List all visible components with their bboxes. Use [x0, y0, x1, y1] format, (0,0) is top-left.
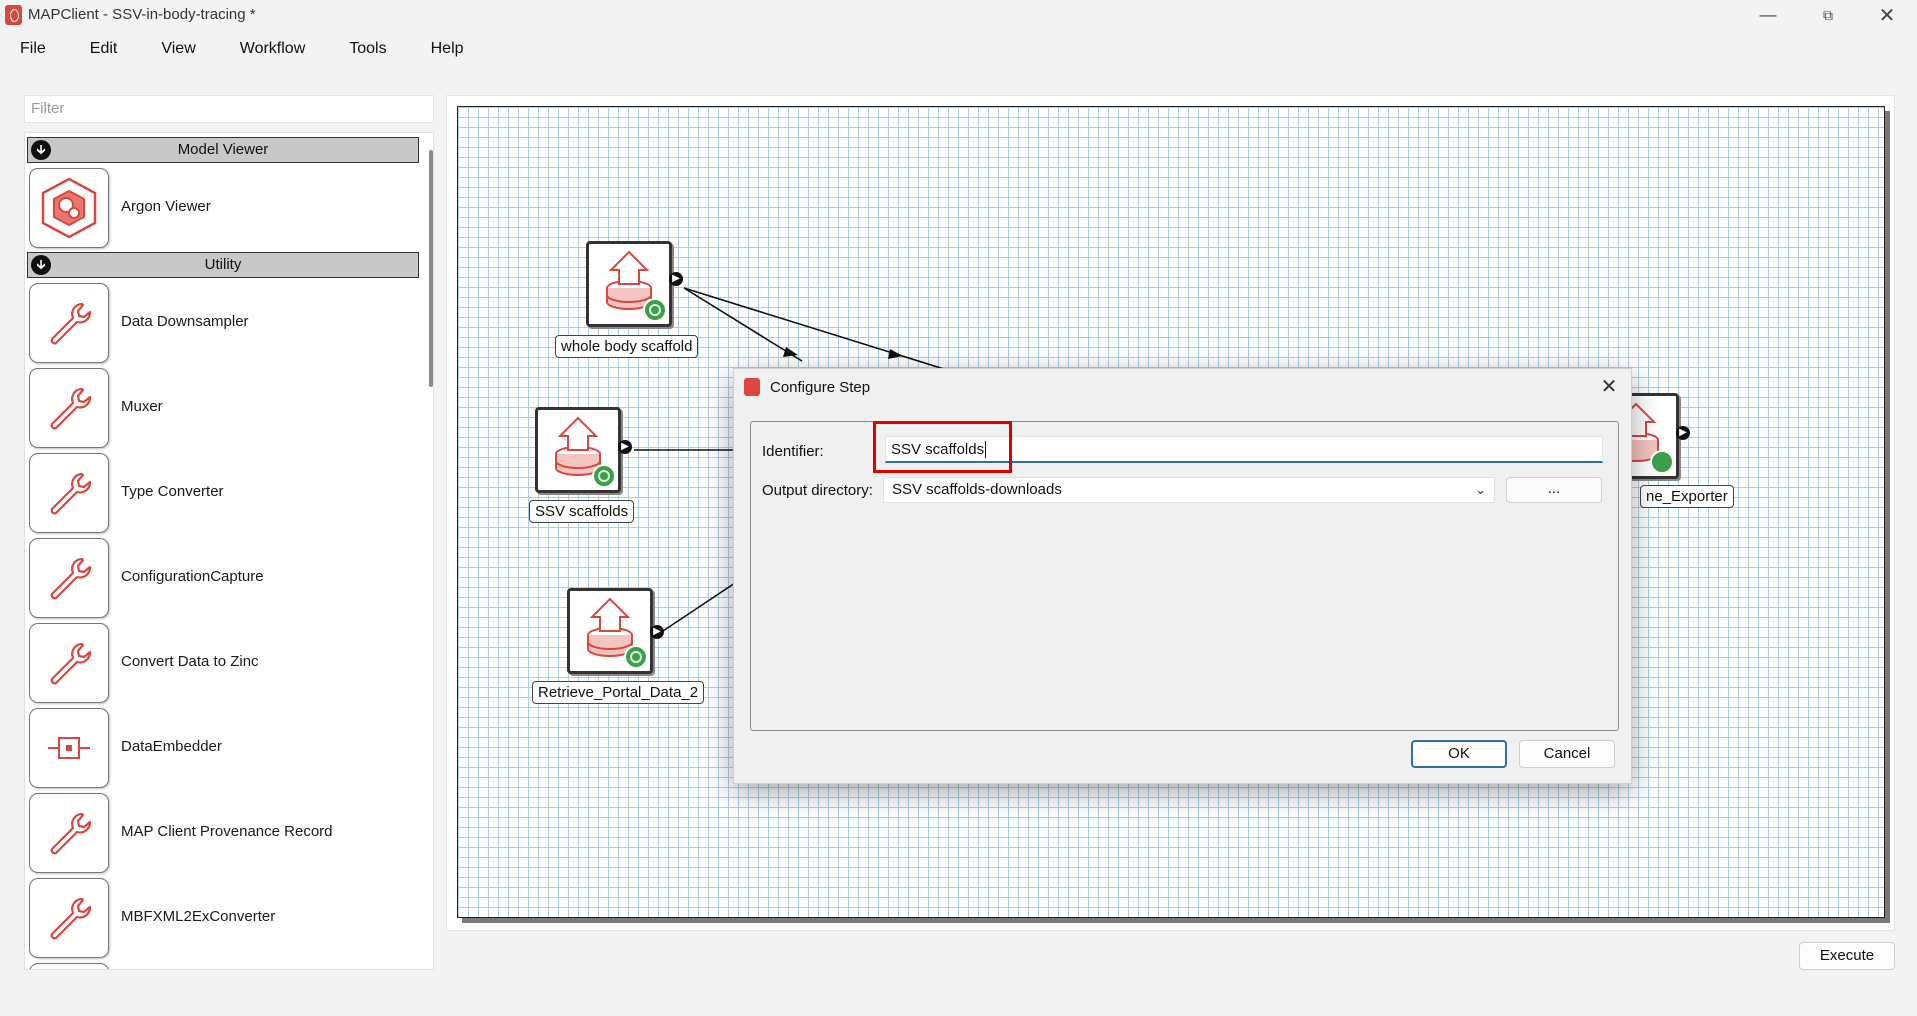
- output-port-icon[interactable]: ▶: [1676, 426, 1690, 440]
- step-item-argon-viewer[interactable]: Argon Viewer: [29, 168, 409, 248]
- cancel-button[interactable]: Cancel: [1519, 740, 1615, 768]
- step-palette: 🡳 Model Viewer Argon Viewer 🡳 Utility Da…: [24, 132, 434, 970]
- output-directory-label: Output directory:: [762, 482, 873, 499]
- restore-icon[interactable]: ⧉: [1805, 2, 1851, 28]
- category-label: Utility: [204, 256, 242, 273]
- connection-arrow-icon: [888, 349, 903, 359]
- node-label: ne_Exporter: [1640, 485, 1734, 508]
- wrench-icon: [29, 538, 109, 618]
- connection-line[interactable]: [683, 287, 945, 370]
- category-header-utility[interactable]: 🡳 Utility: [27, 252, 419, 278]
- step-label: ConfigurationCapture: [121, 568, 264, 585]
- argon-viewer-icon: [29, 168, 109, 248]
- menu-bar: File Edit View Workflow Tools Help: [0, 36, 486, 62]
- highlight-annotation-box: [873, 421, 1012, 473]
- step-item-convert-data-to-zinc[interactable]: Convert Data to Zinc: [29, 623, 409, 703]
- step-item-data-embedder[interactable]: DataEmbedder: [29, 708, 409, 788]
- step-item-type-converter[interactable]: Type Converter: [29, 453, 409, 533]
- app-logo-icon: [5, 5, 22, 25]
- menu-workflow[interactable]: Workflow: [218, 36, 328, 62]
- chevron-down-icon: ⌄: [1475, 482, 1486, 497]
- workflow-node-whole-body-scaffold[interactable]: ▶: [586, 241, 683, 327]
- wrench-icon: [29, 623, 109, 703]
- execute-button[interactable]: Execute: [1799, 942, 1895, 970]
- step-item-mbfxml2exconverter[interactable]: MBFXML2ExConverter: [29, 878, 409, 958]
- workflow-node-retrieve-portal-data-2[interactable]: ▶: [567, 588, 664, 674]
- identifier-label: Identifier:: [762, 443, 824, 460]
- step-label: Muxer: [121, 398, 163, 415]
- wrench-icon: [29, 283, 109, 363]
- step-label: MBFXML2ExConverter: [121, 908, 276, 925]
- upload-database-icon: [587, 597, 648, 669]
- window-title: MAPClient - SSV-in-body-tracing *: [28, 6, 256, 23]
- wrench-icon: [29, 368, 109, 448]
- menu-view[interactable]: View: [139, 36, 217, 62]
- step-label: MAP Client Provenance Record: [121, 823, 333, 840]
- step-item-configuration-capture[interactable]: ConfigurationCapture: [29, 538, 409, 618]
- menu-help[interactable]: Help: [409, 36, 486, 62]
- workflow-node-ssv-scaffolds[interactable]: ▶: [535, 407, 632, 493]
- category-header-model-viewer[interactable]: 🡳 Model Viewer: [27, 137, 419, 163]
- category-label: Model Viewer: [177, 141, 269, 158]
- connection-line[interactable]: [662, 580, 739, 632]
- browse-button[interactable]: ...: [1506, 477, 1602, 503]
- step-label: Argon Viewer: [121, 198, 211, 215]
- menu-tools[interactable]: Tools: [327, 36, 408, 62]
- node-label: SSV scaffolds: [529, 500, 635, 523]
- palette-scrollbar[interactable]: [429, 150, 433, 387]
- output-port-icon[interactable]: ▶: [650, 625, 664, 639]
- close-icon[interactable]: ✕: [1597, 375, 1621, 399]
- collapse-arrow-icon[interactable]: 🡳: [31, 140, 51, 160]
- upload-database-icon: [555, 416, 616, 488]
- step-item-provenance-record[interactable]: MAP Client Provenance Record: [29, 793, 409, 873]
- output-directory-select[interactable]: SSV scaffolds-downloads ⌄: [883, 477, 1495, 503]
- node-label: whole body scaffold: [555, 335, 699, 358]
- configure-step-dialog: Configure Step ✕ Identifier: Output dire…: [733, 368, 1632, 784]
- step-tile: [29, 963, 109, 969]
- close-icon[interactable]: ✕: [1864, 2, 1910, 28]
- node-label: Retrieve_Portal_Data_2: [532, 681, 705, 704]
- wrench-icon: [29, 793, 109, 873]
- step-item-partial[interactable]: [29, 963, 409, 969]
- step-item-data-downsampler[interactable]: Data Downsampler: [29, 283, 409, 363]
- output-directory-value: SSV scaffolds-downloads: [892, 481, 1062, 498]
- step-filter-input[interactable]: Filter: [24, 95, 434, 123]
- wrench-icon: [29, 453, 109, 533]
- title-bar: MAPClient - SSV-in-body-tracing * — ⧉ ✕: [0, 0, 1917, 30]
- embed-icon: [29, 708, 109, 788]
- minimize-icon[interactable]: —: [1745, 2, 1791, 28]
- app-logo-icon: [744, 378, 760, 396]
- step-label: DataEmbedder: [121, 738, 222, 755]
- step-item-muxer[interactable]: Muxer: [29, 368, 409, 448]
- step-label: Data Downsampler: [121, 313, 249, 330]
- output-port-icon[interactable]: ▶: [618, 440, 632, 454]
- connection-line[interactable]: [683, 287, 803, 362]
- collapse-arrow-icon[interactable]: 🡳: [31, 255, 51, 275]
- output-port-icon[interactable]: ▶: [669, 272, 683, 286]
- wrench-icon: [29, 878, 109, 958]
- menu-edit[interactable]: Edit: [68, 36, 140, 62]
- upload-database-icon: [606, 250, 667, 322]
- dialog-title: Configure Step: [770, 379, 871, 396]
- menu-file[interactable]: File: [0, 36, 68, 62]
- connection-arrow-icon: [783, 347, 798, 357]
- step-label: Convert Data to Zinc: [121, 653, 259, 670]
- ok-button[interactable]: OK: [1411, 740, 1507, 768]
- step-label: Type Converter: [121, 483, 224, 500]
